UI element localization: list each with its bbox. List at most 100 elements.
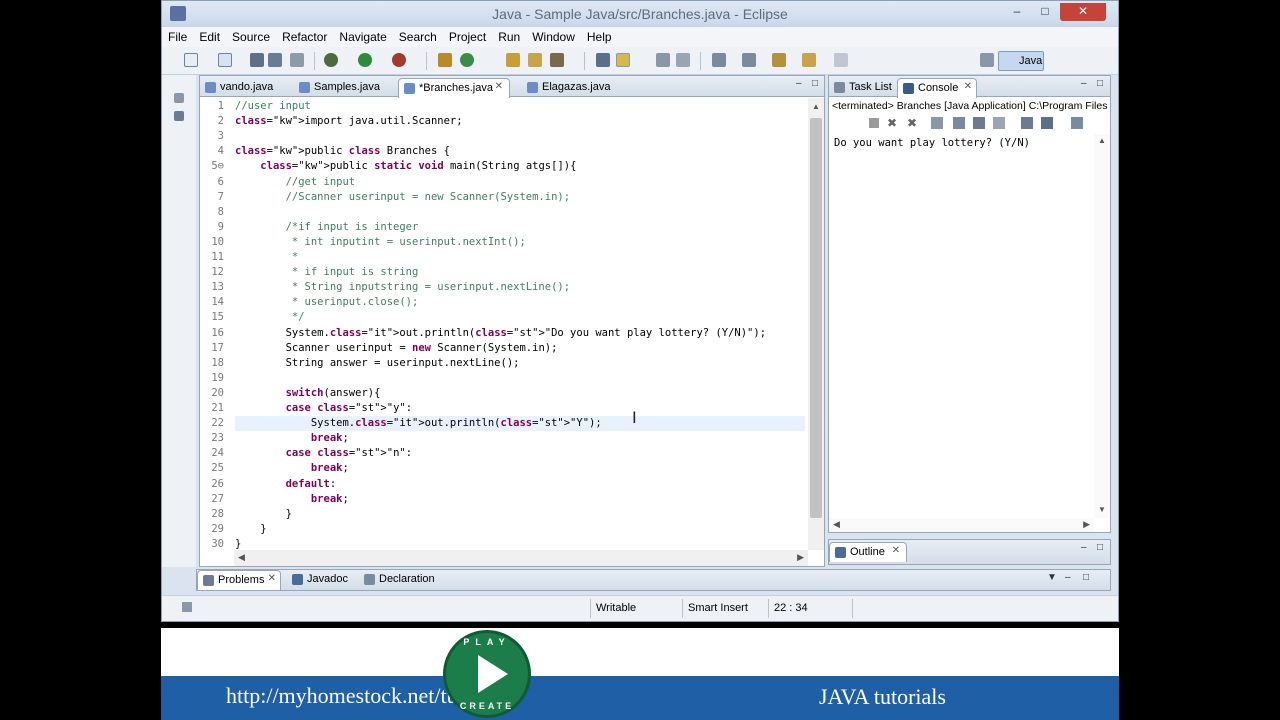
- toggle-mark-icon[interactable]: [596, 53, 610, 67]
- tab-javadoc[interactable]: Javadoc: [287, 570, 357, 589]
- new-java-class-icon[interactable]: [460, 53, 474, 67]
- minimize-view-icon[interactable]: –: [796, 78, 802, 89]
- close-tab-icon[interactable]: ✕: [495, 81, 503, 92]
- menu-search[interactable]: Search: [393, 27, 443, 44]
- save-all-icon[interactable]: [268, 53, 282, 67]
- menu-refactor[interactable]: Refactor: [276, 27, 333, 44]
- scroll-up-arrow-icon[interactable]: ▲: [812, 102, 820, 111]
- code-line[interactable]: break;: [235, 462, 349, 474]
- tab-problems[interactable]: Problems ✕: [197, 570, 281, 590]
- code-line[interactable]: String answer = userinput.nextLine();: [235, 357, 520, 369]
- view-menu-icon[interactable]: ▼: [1047, 572, 1057, 583]
- editor-horizontal-scrollbar[interactable]: ◀ ▶: [234, 550, 808, 566]
- code-line[interactable]: * userinput.close();: [235, 296, 418, 308]
- maximize-view-icon[interactable]: □: [1097, 78, 1103, 89]
- open-task-icon[interactable]: [528, 53, 542, 67]
- tab-samples-java[interactable]: Samples.java: [294, 78, 394, 97]
- code-line[interactable]: case class="st">"y":: [235, 402, 412, 414]
- menu-source[interactable]: Source: [226, 27, 276, 44]
- next-annotation-icon[interactable]: [712, 53, 726, 67]
- block-selection-icon[interactable]: [656, 53, 670, 67]
- editor-scroll-thumb[interactable]: [810, 118, 822, 518]
- run-icon[interactable]: [358, 53, 372, 67]
- new-icon[interactable]: [184, 53, 198, 67]
- save-icon[interactable]: [250, 53, 264, 67]
- open-type-icon[interactable]: [506, 53, 520, 67]
- close-window-button[interactable]: ✕: [1060, 3, 1106, 21]
- remove-launch-icon[interactable]: ✖: [887, 116, 897, 130]
- menu-run[interactable]: Run: [492, 27, 526, 44]
- java-perspective-button[interactable]: Java: [998, 51, 1044, 71]
- code-line[interactable]: break;: [235, 432, 349, 444]
- maximize-view-icon[interactable]: □: [1097, 542, 1103, 553]
- scroll-lock-icon[interactable]: [953, 117, 965, 129]
- show-whitespace-icon[interactable]: [676, 53, 690, 67]
- forward-icon[interactable]: [834, 53, 848, 67]
- close-tab-icon[interactable]: ✕: [892, 545, 900, 556]
- code-line[interactable]: //get input: [235, 176, 356, 188]
- show-stdout-icon[interactable]: [993, 117, 1005, 129]
- code-line[interactable]: class="kw">public class Branches {: [235, 145, 450, 157]
- console-vertical-scrollbar[interactable]: ▲ ▼: [1094, 134, 1110, 518]
- new-java-project-icon[interactable]: [438, 53, 452, 67]
- code-line[interactable]: class="kw">import java.util.Scanner;: [235, 115, 463, 127]
- console-horizontal-scrollbar[interactable]: ◀ ▶: [829, 518, 1094, 532]
- external-tools-icon[interactable]: [392, 53, 406, 67]
- restore-view-icon[interactable]: [174, 93, 184, 103]
- code-line[interactable]: switch(answer){: [235, 387, 381, 399]
- scroll-left-arrow-icon[interactable]: ◀: [238, 552, 245, 563]
- code-line[interactable]: default:: [235, 478, 337, 490]
- code-line[interactable]: /*if input is integer: [235, 221, 419, 233]
- tab-outline[interactable]: Outline ✕: [829, 542, 907, 562]
- highlight-icon[interactable]: [616, 53, 630, 67]
- scroll-left-arrow-icon[interactable]: ◀: [833, 519, 840, 530]
- tab-branches-java[interactable]: *Branches.java ✕: [398, 78, 510, 98]
- code-line[interactable]: }: [235, 508, 292, 520]
- minimize-view-icon[interactable]: –: [1065, 572, 1071, 583]
- maximize-view-icon[interactable]: □: [1083, 572, 1089, 583]
- tab-task-list[interactable]: Task List: [829, 78, 897, 97]
- editor-vertical-scrollbar[interactable]: ▲: [808, 98, 824, 550]
- remove-all-icon[interactable]: ✖: [907, 116, 917, 130]
- clear-console-icon[interactable]: [931, 117, 943, 129]
- code-line[interactable]: * String inputstring = userinput.nextLin…: [235, 281, 570, 293]
- previous-annotation-icon[interactable]: [742, 53, 756, 67]
- code-line[interactable]: System.class="it">out.println(class="st"…: [235, 327, 766, 339]
- scroll-right-arrow-icon[interactable]: ▶: [797, 552, 804, 563]
- minimize-view-icon[interactable]: –: [1081, 542, 1087, 553]
- open-perspective-icon[interactable]: [980, 53, 994, 67]
- menu-navigate[interactable]: Navigate: [333, 27, 392, 44]
- code-line[interactable]: * if input is string: [235, 266, 418, 278]
- code-line[interactable]: */: [235, 311, 305, 323]
- debug-icon[interactable]: [324, 53, 338, 67]
- tab-vando-java[interactable]: vando.java: [200, 78, 292, 97]
- code-line[interactable]: break;: [235, 493, 349, 505]
- close-tab-icon[interactable]: ✕: [964, 81, 972, 92]
- word-wrap-icon[interactable]: [973, 117, 985, 129]
- code-line[interactable]: *: [235, 251, 298, 263]
- tab-console[interactable]: Console ✕: [897, 78, 977, 98]
- back-icon[interactable]: [802, 53, 816, 67]
- code-line[interactable]: }: [235, 538, 241, 550]
- open-console-icon[interactable]: [1071, 117, 1083, 129]
- tab-elagazas-java[interactable]: Elagazas.java: [522, 78, 622, 97]
- scroll-up-arrow-icon[interactable]: ▲: [1098, 136, 1106, 145]
- print-icon[interactable]: [290, 53, 304, 67]
- code-line[interactable]: System.class="it">out.println(class="st"…: [235, 417, 602, 429]
- maximize-button[interactable]: □: [1032, 3, 1058, 21]
- terminate-icon[interactable]: [869, 118, 879, 128]
- tab-declaration[interactable]: Declaration: [359, 570, 449, 589]
- last-edit-icon[interactable]: [772, 53, 786, 67]
- pin-console-icon[interactable]: [1021, 117, 1033, 129]
- menu-window[interactable]: Window: [526, 27, 581, 44]
- code-line[interactable]: * int inputint = userinput.nextInt();: [235, 236, 526, 248]
- menu-file[interactable]: File: [162, 27, 193, 44]
- code-line[interactable]: case class="st">"n":: [235, 447, 412, 459]
- scroll-down-arrow-icon[interactable]: ▼: [1098, 505, 1106, 514]
- menu-help[interactable]: Help: [581, 27, 618, 44]
- minimize-button[interactable]: –: [1004, 3, 1030, 21]
- search-icon[interactable]: [550, 53, 564, 67]
- package-explorer-icon[interactable]: [174, 111, 184, 121]
- code-line[interactable]: class="kw">public static void main(Strin…: [235, 160, 576, 172]
- code-line[interactable]: //user input: [235, 100, 311, 112]
